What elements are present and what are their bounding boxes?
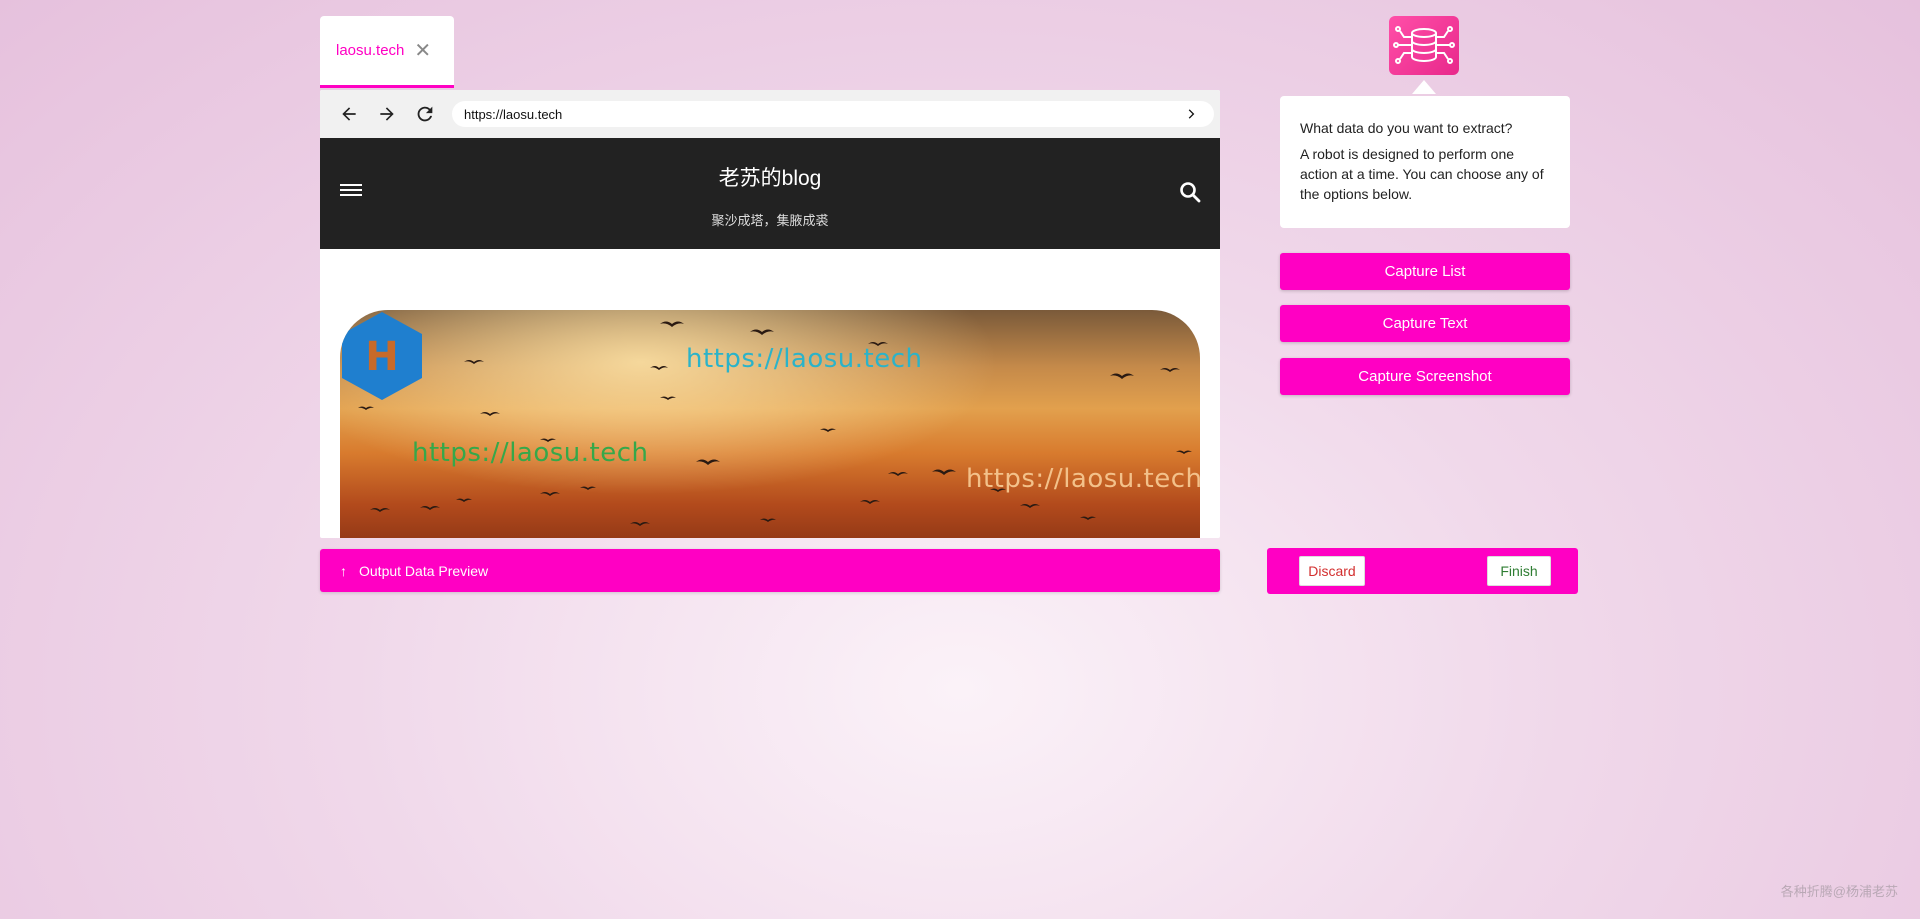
url-text: https://laosu.tech [464, 106, 563, 122]
forward-arrow-icon[interactable] [368, 96, 406, 132]
output-data-preview-toggle[interactable]: ↑ Output Data Preview [320, 549, 1220, 592]
output-bar-label: Output Data Preview [359, 562, 489, 579]
chevron-right-icon[interactable] [1182, 104, 1202, 124]
bubble-description: A robot is designed to perform one actio… [1300, 146, 1544, 202]
banner-watermark: https://laosu.tech [686, 344, 923, 374]
nav-bar: https://laosu.tech [320, 90, 1220, 138]
banner-watermark: https://laosu.tech [412, 438, 649, 468]
arrow-up-icon: ↑ [340, 562, 347, 579]
bubble-pointer [1412, 80, 1436, 94]
site-header: 老苏的blog 聚沙成塔，集腋成裘 [320, 138, 1220, 249]
banner-watermark: https://laosu.tech [966, 464, 1200, 494]
finish-button[interactable]: Finish [1487, 556, 1551, 586]
instructions-bubble: What data do you want to extract? A robo… [1280, 96, 1570, 228]
footer-watermark: 各种折腾@杨浦老苏 [1780, 884, 1898, 899]
capture-screenshot-button[interactable]: Capture Screenshot [1280, 358, 1570, 395]
close-icon[interactable]: ✕ [414, 41, 431, 61]
bubble-question: What data do you want to extract? [1300, 120, 1513, 136]
tab-title: laosu.tech [336, 42, 405, 59]
search-icon[interactable] [1178, 180, 1202, 209]
hexo-logo-icon: H [342, 312, 422, 400]
url-input[interactable]: https://laosu.tech [452, 101, 1214, 127]
hexo-letter: H [365, 334, 398, 380]
site-title[interactable]: 老苏的blog [320, 162, 1220, 192]
reload-icon[interactable] [406, 96, 444, 132]
banner-image: https://laosu.tech https://laosu.tech ht… [340, 310, 1200, 538]
robot-icon [1389, 16, 1459, 75]
capture-text-button[interactable]: Capture Text [1280, 305, 1570, 342]
capture-list-button[interactable]: Capture List [1280, 253, 1570, 290]
back-arrow-icon[interactable] [330, 96, 368, 132]
browser-frame: https://laosu.tech 老苏的blog 聚沙成塔，集腋成裘 htt… [320, 90, 1220, 538]
browser-tab[interactable]: laosu.tech ✕ [320, 16, 454, 88]
site-subtitle: 聚沙成塔，集腋成裘 [711, 213, 829, 228]
action-bar: Discard Finish [1267, 548, 1578, 594]
discard-button[interactable]: Discard [1299, 556, 1365, 586]
